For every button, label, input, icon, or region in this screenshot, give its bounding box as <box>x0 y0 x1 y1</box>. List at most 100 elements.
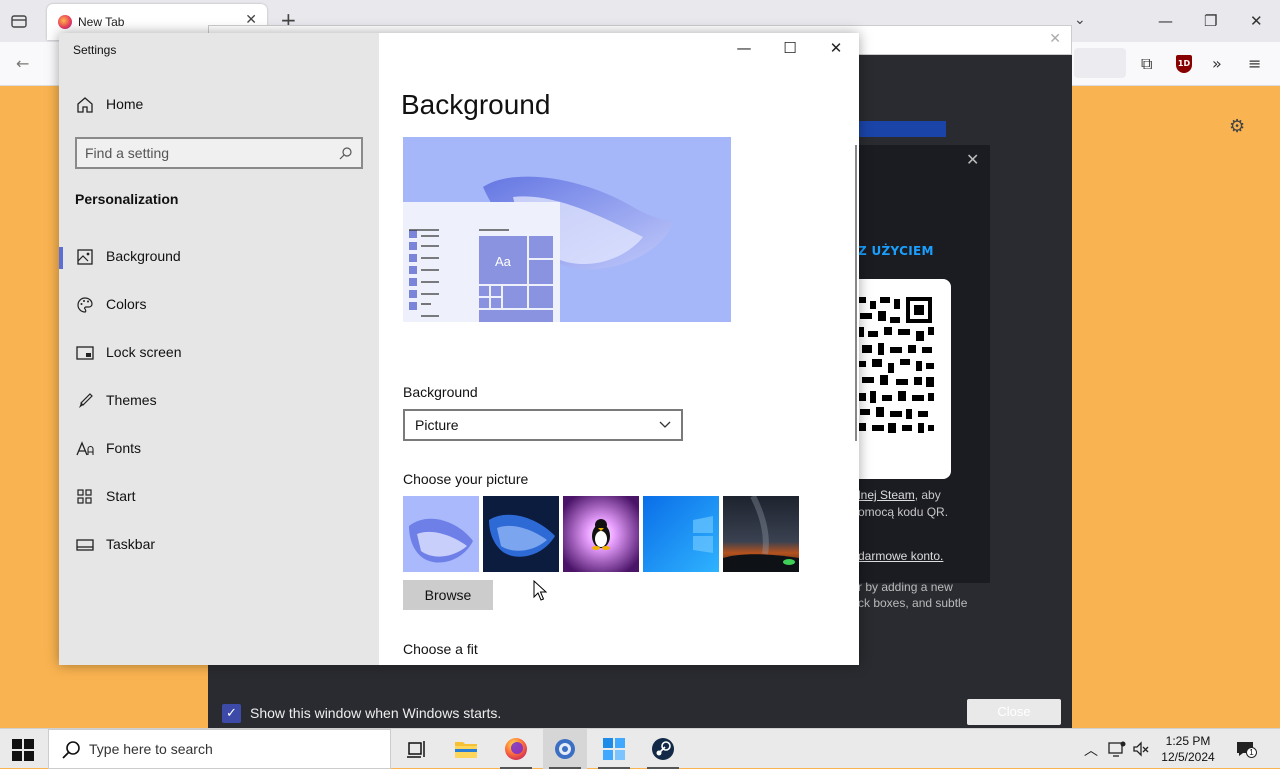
choose-picture-label: Choose your picture <box>403 471 529 487</box>
windows-installer-taskbar-button[interactable] <box>592 729 636 769</box>
steam-hint-line-1: r by adding a new <box>858 580 953 594</box>
find-setting-search[interactable] <box>75 137 363 169</box>
sidebar-item-background[interactable]: Background <box>59 235 379 279</box>
gear-icon[interactable]: ⚙ <box>1229 116 1245 137</box>
minimize-icon[interactable]: — <box>1158 12 1173 30</box>
url-bar[interactable] <box>1074 48 1126 78</box>
tux-penguin-thumbnail-icon <box>563 496 639 572</box>
sidebar-item-label: Start <box>106 488 136 504</box>
show-hidden-icons-chevron-icon[interactable]: ︿ <box>1084 740 1098 760</box>
sidebar-item-fonts[interactable]: Fonts <box>59 427 379 471</box>
find-setting-input[interactable] <box>85 144 325 162</box>
clock-date: 12/5/2024 <box>1161 750 1215 764</box>
brush-icon <box>79 393 93 408</box>
network-icon[interactable] <box>1108 740 1126 758</box>
settings-sidebar: Settings Home Personalization Background… <box>59 33 379 665</box>
sidebar-item-taskbar[interactable]: Taskbar <box>59 523 379 567</box>
sidebar-item-home[interactable]: Home <box>59 83 379 127</box>
back-button[interactable]: ← <box>16 54 29 73</box>
close-icon[interactable]: ✕ <box>813 39 859 61</box>
steam-close-icon[interactable]: ✕ <box>966 150 979 169</box>
notification-center-button[interactable]: 1 <box>1235 739 1257 759</box>
restore-icon[interactable]: ❐ <box>1204 12 1217 30</box>
start-grid-icon <box>77 489 92 504</box>
sidebar-item-label: Background <box>106 248 181 264</box>
picture-thumbnail-windows[interactable] <box>643 496 719 572</box>
steam-info-line-3: darmowe konto. <box>858 549 943 563</box>
taskbar-icon <box>76 539 94 551</box>
sidebar-item-themes[interactable]: Themes <box>59 379 379 423</box>
background-type-label: Background <box>403 384 478 400</box>
firefox-icon <box>505 738 527 760</box>
windows-logo-thumbnail-icon <box>643 496 719 572</box>
steam-taskbar-button[interactable] <box>641 729 685 769</box>
show-on-start-checkbox[interactable]: ✓ <box>222 704 241 723</box>
ublock-shield-icon[interactable]: 1D <box>1176 55 1192 73</box>
maximize-icon[interactable]: ☐ <box>767 39 813 61</box>
picture-thumbnail-bloom-light[interactable] <box>403 496 479 572</box>
firefox-favicon-icon <box>58 15 72 29</box>
sidebar-item-label: Fonts <box>106 440 142 456</box>
taskbar-search-placeholder: Type here to search <box>89 741 213 757</box>
scrollbar[interactable] <box>855 145 857 441</box>
steam-titlebar-close-icon[interactable]: ✕ <box>1049 31 1061 47</box>
sidebar-item-label: Colors <box>106 296 147 312</box>
preview-window-mockup: Aa <box>403 202 560 322</box>
steam-hint-line-2: ck boxes, and subtle <box>858 596 968 610</box>
steam-app-link[interactable]: lnej Steam <box>858 488 915 502</box>
qr-code <box>856 279 951 479</box>
task-view-icon <box>407 741 425 758</box>
sidebar-item-label: Themes <box>106 392 157 408</box>
list-all-tabs-icon[interactable] <box>10 12 28 30</box>
settings-window: Settings Home Personalization Background… <box>59 33 859 665</box>
sidebar-item-label: Home <box>106 96 144 112</box>
settings-content: — ☐ ✕ Background Aa Background Picture C… <box>379 33 859 665</box>
browse-button[interactable]: Browse <box>403 580 493 610</box>
show-on-start-label: Show this window when Windows starts. <box>250 705 502 721</box>
sidebar-item-lock-screen[interactable]: Lock screen <box>59 331 379 375</box>
background-type-dropdown[interactable]: Picture <box>403 409 683 441</box>
hamburger-menu-icon[interactable]: ≡ <box>1248 54 1261 73</box>
overflow-menu-icon[interactable]: » <box>1212 54 1222 73</box>
notification-badge: 1 <box>1246 747 1257 758</box>
windows-start-icon[interactable] <box>12 739 34 761</box>
palette-icon <box>77 297 93 313</box>
extensions-icon[interactable]: ⧉ <box>1141 54 1152 74</box>
taskbar-search-box[interactable]: Type here to search <box>48 729 391 769</box>
settings-taskbar-button[interactable] <box>543 729 587 769</box>
qr-code-icon <box>858 297 934 433</box>
steam-info-line-2: omocą kodu QR. <box>858 505 949 519</box>
picture-thumbnail-bloom-dark[interactable] <box>483 496 559 572</box>
home-icon <box>77 97 93 113</box>
steam-qr-heading: Z UŻYCIEM <box>858 244 934 258</box>
steam-info-line-1: lnej Steam, aby <box>858 488 941 502</box>
steam-icon <box>652 738 674 760</box>
firefox-taskbar-button[interactable] <box>494 729 538 769</box>
bloom-dark-thumbnail-icon <box>483 496 559 572</box>
task-view-button[interactable] <box>394 729 438 769</box>
lock-screen-icon <box>76 346 94 360</box>
search-icon <box>62 741 80 759</box>
speaker-muted-icon[interactable] <box>1132 740 1150 758</box>
picture-thumbnail-night-sky[interactable] <box>723 496 799 572</box>
search-icon[interactable] <box>339 146 353 160</box>
steam-close-button[interactable]: Close <box>967 699 1061 725</box>
night-sky-thumbnail-icon <box>723 496 799 572</box>
steam-free-account-link[interactable]: darmowe konto. <box>858 549 943 563</box>
system-clock[interactable]: 1:25 PM 12/5/2024 <box>1152 733 1224 765</box>
minimize-icon[interactable]: — <box>721 39 767 61</box>
preview-sample-text: Aa <box>495 254 511 269</box>
chevron-down-icon <box>659 421 671 428</box>
picture-thumbnail-tux[interactable] <box>563 496 639 572</box>
sidebar-item-colors[interactable]: Colors <box>59 283 379 327</box>
file-explorer-button[interactable] <box>444 729 488 769</box>
background-preview: Aa <box>403 137 731 322</box>
steam-header-bar <box>858 121 946 137</box>
tab-overflow-chevron-icon[interactable]: ⌄ <box>1074 12 1086 28</box>
window-title: Settings <box>73 43 117 57</box>
folder-icon <box>455 742 477 758</box>
sidebar-item-start[interactable]: Start <box>59 475 379 519</box>
close-window-icon[interactable]: ✕ <box>1250 12 1263 30</box>
sidebar-item-label: Taskbar <box>106 536 156 552</box>
picture-icon <box>77 249 93 265</box>
